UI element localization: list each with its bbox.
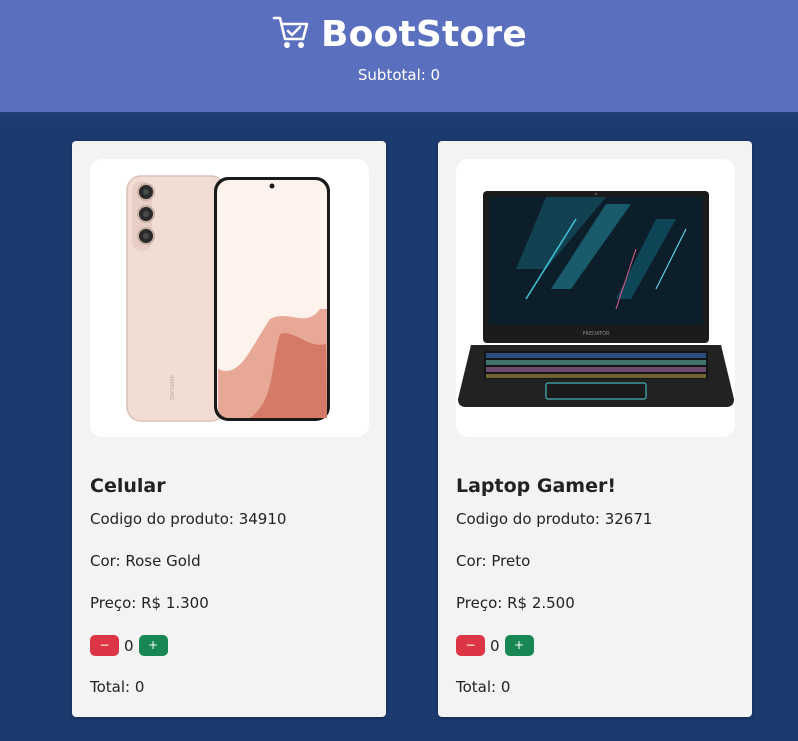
brand: BootStore (0, 12, 798, 56)
increment-button[interactable]: + (504, 635, 534, 656)
product-total: Total: 0 (456, 678, 511, 696)
header-shadow (0, 112, 798, 122)
product-code: Codigo do produto: 32671 (456, 510, 653, 528)
quantity-value: 0 (490, 636, 500, 655)
store-header: BootStore Subtotal: 0 (0, 0, 798, 112)
product-code: Codigo do produto: 34910 (90, 510, 287, 528)
product-card: PREDATOR Laptop Gamer! Codigo do produto… (438, 141, 752, 717)
subtotal: Subtotal: 0 (357, 66, 441, 84)
product-card: SAMSUNG Celular Codigo do produto: 34910… (72, 141, 386, 717)
product-price: Preço: R$ 1.300 (90, 594, 209, 612)
smartphone-image: SAMSUNG (90, 159, 369, 437)
product-name: Celular (90, 475, 166, 497)
increment-button[interactable]: + (138, 635, 168, 656)
page-title: BootStore (321, 13, 527, 55)
laptop-image: PREDATOR (456, 159, 735, 437)
svg-text:SAMSUNG: SAMSUNG (168, 375, 174, 401)
product-name: Laptop Gamer! (456, 475, 617, 497)
quantity-stepper: − 0 + (90, 635, 168, 656)
product-color: Cor: Preto (456, 552, 531, 570)
decrement-button[interactable]: − (456, 635, 485, 656)
svg-text:PREDATOR: PREDATOR (583, 331, 610, 337)
product-price: Preço: R$ 2.500 (456, 594, 575, 612)
cart-check-icon (271, 12, 311, 56)
quantity-value: 0 (124, 636, 134, 655)
product-color: Cor: Rose Gold (90, 552, 201, 570)
product-total: Total: 0 (90, 678, 145, 696)
decrement-button[interactable]: − (90, 635, 119, 656)
quantity-stepper: − 0 + (456, 635, 534, 656)
